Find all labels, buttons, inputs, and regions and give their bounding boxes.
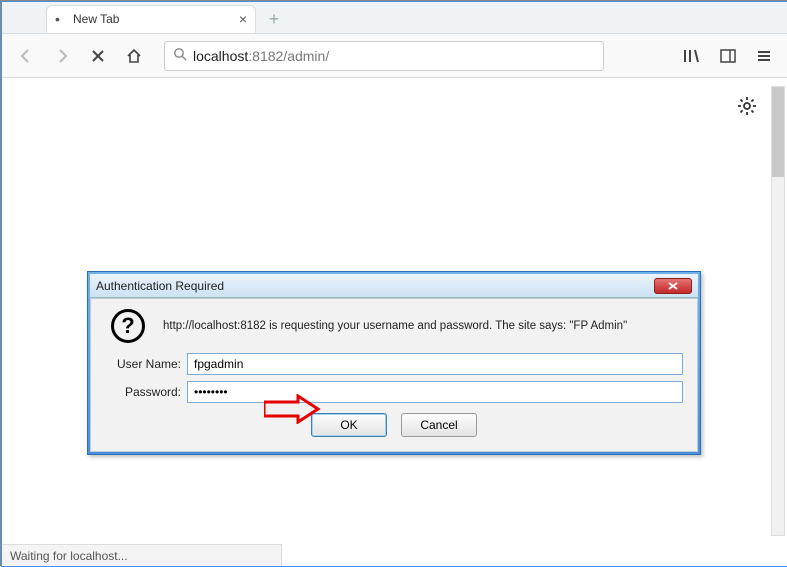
scrollbar-thumb[interactable] [772,87,784,177]
url-bar[interactable]: localhost:8182/admin/ [164,41,604,71]
new-tab-button[interactable]: + [262,8,286,30]
tab-loading-icon: • [55,14,65,24]
dialog-title-text: Authentication Required [96,279,224,293]
dialog-body: ? http://localhost:8182 is requesting yo… [90,298,698,452]
tab-close-icon[interactable]: × [239,11,247,27]
gear-icon[interactable] [737,96,757,121]
toolbar: localhost:8182/admin/ [2,34,787,78]
status-bar: Waiting for localhost... [2,544,282,566]
tab-bar: • New Tab × + [2,2,787,34]
ok-button[interactable]: OK [311,413,387,437]
tab-new-tab[interactable]: • New Tab × [46,5,256,33]
page-content: Search the Web Authentication Required ?… [2,78,787,544]
cancel-button[interactable]: Cancel [401,413,477,437]
scrollbar[interactable] [771,86,785,536]
back-button[interactable] [12,42,40,70]
hamburger-menu-icon[interactable] [751,43,777,69]
search-icon [173,47,187,64]
sidebar-icon[interactable] [715,43,741,69]
dialog-close-button[interactable] [654,278,692,294]
library-icon[interactable] [679,43,705,69]
question-icon: ? [111,309,145,343]
username-label: User Name: [105,357,187,371]
dialog-message: http://localhost:8182 is requesting your… [163,320,627,332]
forward-button[interactable] [48,42,76,70]
home-button[interactable] [120,42,148,70]
auth-dialog: Authentication Required ? http://localho… [87,271,701,455]
password-input[interactable] [187,381,683,403]
browser-window: • New Tab × + localhost:8182/admin/ [1,1,787,567]
tab-title: New Tab [73,12,119,26]
username-input[interactable] [187,353,683,375]
url-text: localhost:8182/admin/ [193,48,329,64]
status-text: Waiting for localhost... [10,549,128,563]
password-label: Password: [105,385,187,399]
stop-button[interactable] [84,42,112,70]
dialog-titlebar: Authentication Required [90,274,698,298]
